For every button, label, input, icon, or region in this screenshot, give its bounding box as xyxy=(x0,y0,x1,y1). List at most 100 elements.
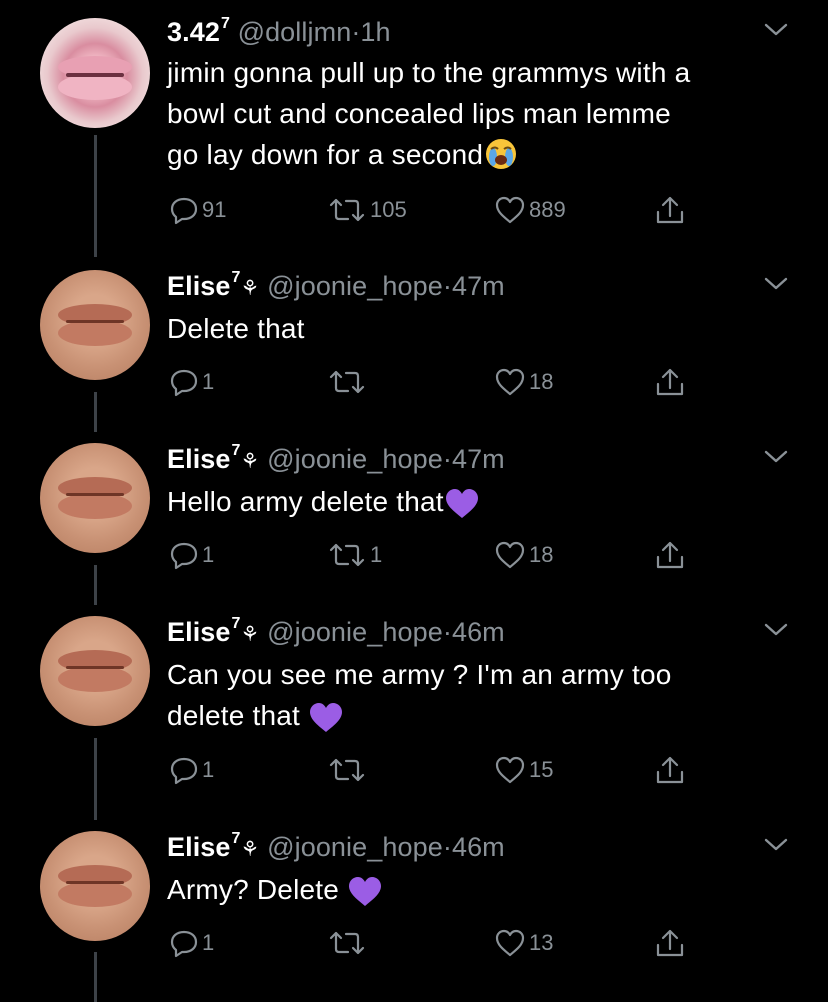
retweet-count: 1 xyxy=(370,542,383,567)
like-count: 889 xyxy=(529,197,566,222)
timestamp[interactable]: 47m xyxy=(452,271,505,301)
like-count: 18 xyxy=(529,369,554,394)
share-icon xyxy=(656,929,684,957)
tweet-header: Elise7⚘ @joonie_hope·47m xyxy=(167,269,505,302)
share-button[interactable] xyxy=(654,752,686,788)
name-superscript: 7 xyxy=(220,15,230,32)
tweet-header: Elise7⚘ @joonie_hope·46m xyxy=(167,615,505,648)
share-button[interactable] xyxy=(654,192,686,228)
tweet[interactable]: Elise7⚘ @joonie_hope·46m Army? Delete 1 … xyxy=(0,829,828,979)
timestamp[interactable]: 1h xyxy=(360,17,390,47)
tweet-header: Elise7⚘ @joonie_hope·47m xyxy=(167,442,505,475)
share-button[interactable] xyxy=(654,925,686,961)
tweet-actions: 1 18 xyxy=(167,364,727,400)
like-count: 15 xyxy=(529,757,554,782)
reply-count: 1 xyxy=(202,369,215,394)
user-handle[interactable]: @dolljmn xyxy=(238,17,352,47)
reply-button[interactable]: 91 xyxy=(169,192,226,228)
display-name[interactable]: Elise xyxy=(167,832,231,862)
heart-icon xyxy=(495,929,525,957)
display-name[interactable]: 3.42 xyxy=(167,17,220,47)
tweet[interactable]: Elise7⚘ @joonie_hope·47m Hello army dele… xyxy=(0,441,828,591)
chevron-down-icon[interactable] xyxy=(762,20,790,38)
tweet[interactable]: Elise7⚘ @joonie_hope·46m Can you see me … xyxy=(0,614,828,804)
retweet-count: 105 xyxy=(370,197,407,222)
heart-icon xyxy=(495,196,525,224)
tweet-text-line: jimin gonna pull up to the grammys with … xyxy=(167,57,691,88)
chevron-down-icon[interactable] xyxy=(762,447,790,465)
tweet-actions: 1 15 xyxy=(167,752,727,788)
display-name[interactable]: Elise xyxy=(167,444,231,474)
purple-heart-emoji xyxy=(309,702,342,732)
user-handle[interactable]: @joonie_hope xyxy=(267,444,443,474)
tweet[interactable]: 3.427 @dolljmn·1h jimin gonna pull up to… xyxy=(0,14,828,244)
tweet-actions: 91 105 889 xyxy=(167,192,727,228)
tweet-text: Army? Delete xyxy=(167,869,767,910)
display-name[interactable]: Elise xyxy=(167,271,231,301)
avatar[interactable] xyxy=(40,443,150,553)
crying-face-emoji xyxy=(486,138,517,169)
retweet-button[interactable] xyxy=(327,925,370,961)
reply-count: 1 xyxy=(202,542,215,567)
name-superscript: 7 xyxy=(231,615,241,632)
retweet-button[interactable]: 105 xyxy=(327,192,407,228)
avatar[interactable] xyxy=(40,616,150,726)
like-count: 13 xyxy=(529,930,554,955)
timestamp[interactable]: 46m xyxy=(452,832,505,862)
separator-dot: · xyxy=(442,444,452,474)
name-superscript: 7 xyxy=(231,442,241,459)
chevron-down-icon[interactable] xyxy=(762,835,790,853)
avatar[interactable] xyxy=(40,18,150,128)
like-count: 18 xyxy=(529,542,554,567)
purple-heart-emoji xyxy=(445,488,478,518)
reply-count: 1 xyxy=(202,930,215,955)
reply-button[interactable]: 1 xyxy=(169,925,214,961)
flower-emoji: ⚘ xyxy=(240,277,260,300)
user-handle[interactable]: @joonie_hope xyxy=(267,271,443,301)
tweet[interactable]: Elise7⚘ @joonie_hope·47m Delete that 1 1… xyxy=(0,268,828,418)
like-button[interactable]: 18 xyxy=(494,537,553,573)
like-button[interactable]: 889 xyxy=(494,192,566,228)
avatar[interactable] xyxy=(40,831,150,941)
like-button[interactable]: 15 xyxy=(494,752,553,788)
reply-icon xyxy=(170,542,198,570)
tweet-actions: 1 13 xyxy=(167,925,727,961)
like-button[interactable]: 18 xyxy=(494,364,553,400)
name-superscript: 7 xyxy=(231,830,241,847)
chevron-down-icon[interactable] xyxy=(762,620,790,638)
timestamp[interactable]: 47m xyxy=(452,444,505,474)
heart-icon xyxy=(495,756,525,784)
display-name[interactable]: Elise xyxy=(167,617,231,647)
tweet-text: Hello army delete that xyxy=(167,481,767,522)
reply-icon xyxy=(170,197,198,225)
tweet-text-segment: delete that xyxy=(167,700,308,731)
share-button[interactable] xyxy=(654,364,686,400)
user-handle[interactable]: @joonie_hope xyxy=(267,617,443,647)
tweet-text: Can you see me army ? I'm an army too de… xyxy=(167,654,767,736)
reply-button[interactable]: 1 xyxy=(169,752,214,788)
chevron-down-icon[interactable] xyxy=(762,274,790,292)
heart-icon xyxy=(495,541,525,569)
name-superscript: 7 xyxy=(231,269,241,286)
reply-button[interactable]: 1 xyxy=(169,364,214,400)
tweet-text-line: delete that xyxy=(167,695,767,736)
reply-count: 1 xyxy=(202,757,215,782)
retweet-icon xyxy=(329,198,365,222)
tweet-text-line: bowl cut and concealed lips man lemme xyxy=(167,98,671,129)
retweet-button[interactable] xyxy=(327,364,370,400)
user-handle[interactable]: @joonie_hope xyxy=(267,832,443,862)
like-button[interactable]: 13 xyxy=(494,925,553,961)
share-button[interactable] xyxy=(654,537,686,573)
retweet-button[interactable]: 1 xyxy=(327,537,382,573)
separator-dot: · xyxy=(442,271,452,301)
reply-button[interactable]: 1 xyxy=(169,537,214,573)
tweet-text-line: Delete that xyxy=(167,313,305,344)
retweet-button[interactable] xyxy=(327,752,370,788)
timestamp[interactable]: 46m xyxy=(452,617,505,647)
share-icon xyxy=(656,756,684,784)
tweet-header: Elise7⚘ @joonie_hope·46m xyxy=(167,830,505,863)
tweet-text-line: Hello army delete that xyxy=(167,481,767,522)
flower-emoji: ⚘ xyxy=(240,838,260,861)
avatar[interactable] xyxy=(40,270,150,380)
reply-icon xyxy=(170,930,198,958)
